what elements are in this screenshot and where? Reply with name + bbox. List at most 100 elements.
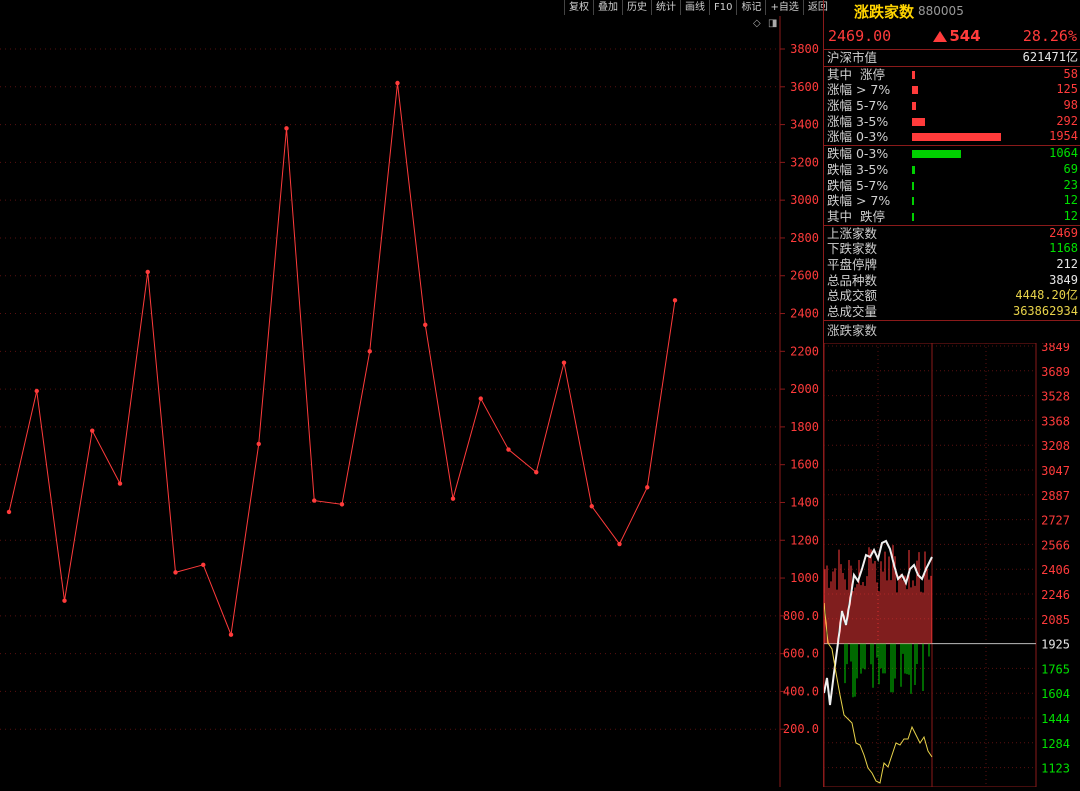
decline-bar	[912, 150, 961, 159]
data-point-16	[450, 496, 456, 501]
y-tick-label: 1000	[790, 571, 819, 585]
stat-row-5: 总成交量 363862934	[824, 304, 1080, 320]
market-value-label: 沪深市值	[827, 50, 878, 65]
y-tick-label: 2400	[790, 307, 819, 321]
data-point-10	[284, 126, 289, 131]
y-tick-label: 3600	[790, 80, 819, 94]
decline-value: 23	[1063, 177, 1078, 192]
y-tick-label: 600.0	[783, 647, 819, 661]
mini-y-label: 1444	[1041, 712, 1070, 726]
toolbar-button-5[interactable]: F10	[709, 0, 736, 15]
data-point-2	[62, 598, 67, 603]
stat-row-4: 总成交额 4448.20亿	[824, 288, 1080, 304]
decline-value: 69	[1063, 161, 1078, 176]
stat-label: 平盘停牌	[827, 256, 878, 272]
stat-row-3: 总品种数 3849	[824, 273, 1080, 289]
panel-title-row: 涨跌家数 880005	[824, 0, 1080, 22]
mini-y-label: 3528	[1041, 390, 1070, 404]
stat-value: 212	[1056, 256, 1078, 271]
mini-y-label: 3368	[1041, 414, 1070, 428]
decline-row-2: 跌幅 5-7% 23	[824, 178, 1080, 194]
mini-y-label: 2406	[1041, 563, 1070, 577]
stat-label: 总成交额	[827, 288, 878, 304]
decline-row-1: 跌幅 3-5% 69	[824, 162, 1080, 178]
toolbar-button-7[interactable]: +自选	[765, 0, 802, 15]
advance-label: 涨幅 5-7%	[827, 98, 889, 114]
change-value: 544	[949, 26, 981, 45]
mini-y-label: 2566	[1041, 538, 1070, 552]
advance-bar	[912, 133, 1001, 142]
data-point-14	[395, 80, 400, 86]
y-tick-label: 1800	[790, 420, 819, 434]
advance-value: 292	[1056, 113, 1078, 128]
price-change: 544	[933, 26, 981, 45]
decline-distribution: 跌幅 0-3% 1064 跌幅 3-5% 69 跌幅 5-7% 23 跌幅 > 7% 12 其中…	[824, 146, 1080, 226]
toolbar-button-4[interactable]: 画线	[680, 0, 709, 15]
data-point-0	[6, 509, 12, 515]
advance-bar	[912, 70, 915, 79]
y-tick-label: 3400	[790, 118, 819, 132]
market-value: 621471亿	[1022, 50, 1078, 64]
diamond-icon[interactable]: ◇	[753, 18, 761, 29]
data-point-18	[506, 447, 511, 452]
stat-value: 4448.20亿	[1015, 288, 1078, 303]
advance-value: 125	[1056, 82, 1078, 97]
data-point-5	[145, 269, 150, 275]
mini-y-label: 3689	[1041, 365, 1070, 379]
data-point-15	[423, 322, 428, 328]
mini-y-label: 3208	[1041, 439, 1070, 453]
mini-frame	[823, 342, 1037, 788]
toolbar-button-3[interactable]: 统计	[651, 0, 680, 15]
mini-y-label: 3849	[1041, 343, 1070, 354]
advance-value: 58	[1063, 66, 1078, 81]
decline-label: 跌幅 0-3%	[827, 146, 889, 162]
main-chart-svg: 3800 3600 3400 3200 3000 2800 2600 2400 2200 2000…	[0, 16, 819, 787]
stat-label: 总品种数	[827, 272, 878, 288]
toolbar-button-1[interactable]: 叠加	[593, 0, 622, 15]
advance-bar	[912, 102, 917, 111]
mini-breadth-chart: 3849 3689 3528 3368 3208 3047 2887 2727 2566 2406…	[823, 340, 1080, 788]
window-icon[interactable]: ◨	[768, 18, 777, 29]
current-price: 2469.00	[828, 26, 892, 45]
market-value-row: 沪深市值 621471亿	[824, 50, 1080, 67]
data-point-17	[478, 396, 483, 401]
mini-y-label: 1925	[1041, 638, 1070, 652]
stat-label: 总成交量	[827, 304, 878, 319]
y-tick-label: 2200	[790, 344, 819, 358]
toolbar-button-0[interactable]: 复权	[564, 0, 593, 15]
y-tick-label: 3200	[790, 155, 819, 169]
data-point-1	[34, 388, 39, 394]
decline-label: 跌幅 > 7%	[827, 193, 891, 209]
decline-row-0: 跌幅 0-3% 1064	[824, 146, 1080, 162]
data-point-13	[367, 349, 372, 354]
stat-row-0: 上涨家数 2469	[824, 226, 1080, 242]
data-point-7	[201, 562, 206, 568]
stat-value: 2469	[1049, 225, 1078, 240]
decline-label: 跌幅 5-7%	[827, 177, 889, 193]
advance-value: 1954	[1049, 129, 1078, 144]
y-tick-label: 1400	[790, 495, 819, 509]
data-point-9	[256, 441, 261, 447]
decline-value: 12	[1063, 193, 1078, 208]
toolbar-button-2[interactable]: 历史	[622, 0, 651, 15]
y-tick-label: 3000	[790, 193, 819, 207]
stat-value: 3849	[1049, 272, 1078, 287]
decline-value: 12	[1063, 208, 1078, 223]
y-tick-label: 1200	[790, 533, 819, 547]
decline-bar	[912, 197, 914, 206]
y-tick-label: 1600	[790, 458, 819, 472]
toolbar-button-6[interactable]: 标记	[736, 0, 765, 15]
mini-y-label: 2246	[1041, 588, 1070, 602]
stat-label: 上涨家数	[827, 225, 878, 241]
stat-value: 1168	[1049, 241, 1078, 256]
stat-value: 363862934	[1012, 304, 1078, 318]
advance-label: 涨幅 0-3%	[827, 129, 889, 145]
decline-bar	[912, 165, 916, 174]
mini-y-label: 1765	[1041, 662, 1070, 676]
advance-row-4: 涨幅 0-3% 1954	[824, 129, 1080, 145]
main-line-chart: 3800 3600 3400 3200 3000 2800 2600 2400 2200 2000…	[0, 16, 822, 787]
data-point-6	[173, 570, 178, 575]
y-tick-label: 2800	[790, 231, 819, 245]
advance-label: 其中 涨停	[827, 66, 885, 82]
y-tick-label: 200.0	[783, 722, 819, 736]
